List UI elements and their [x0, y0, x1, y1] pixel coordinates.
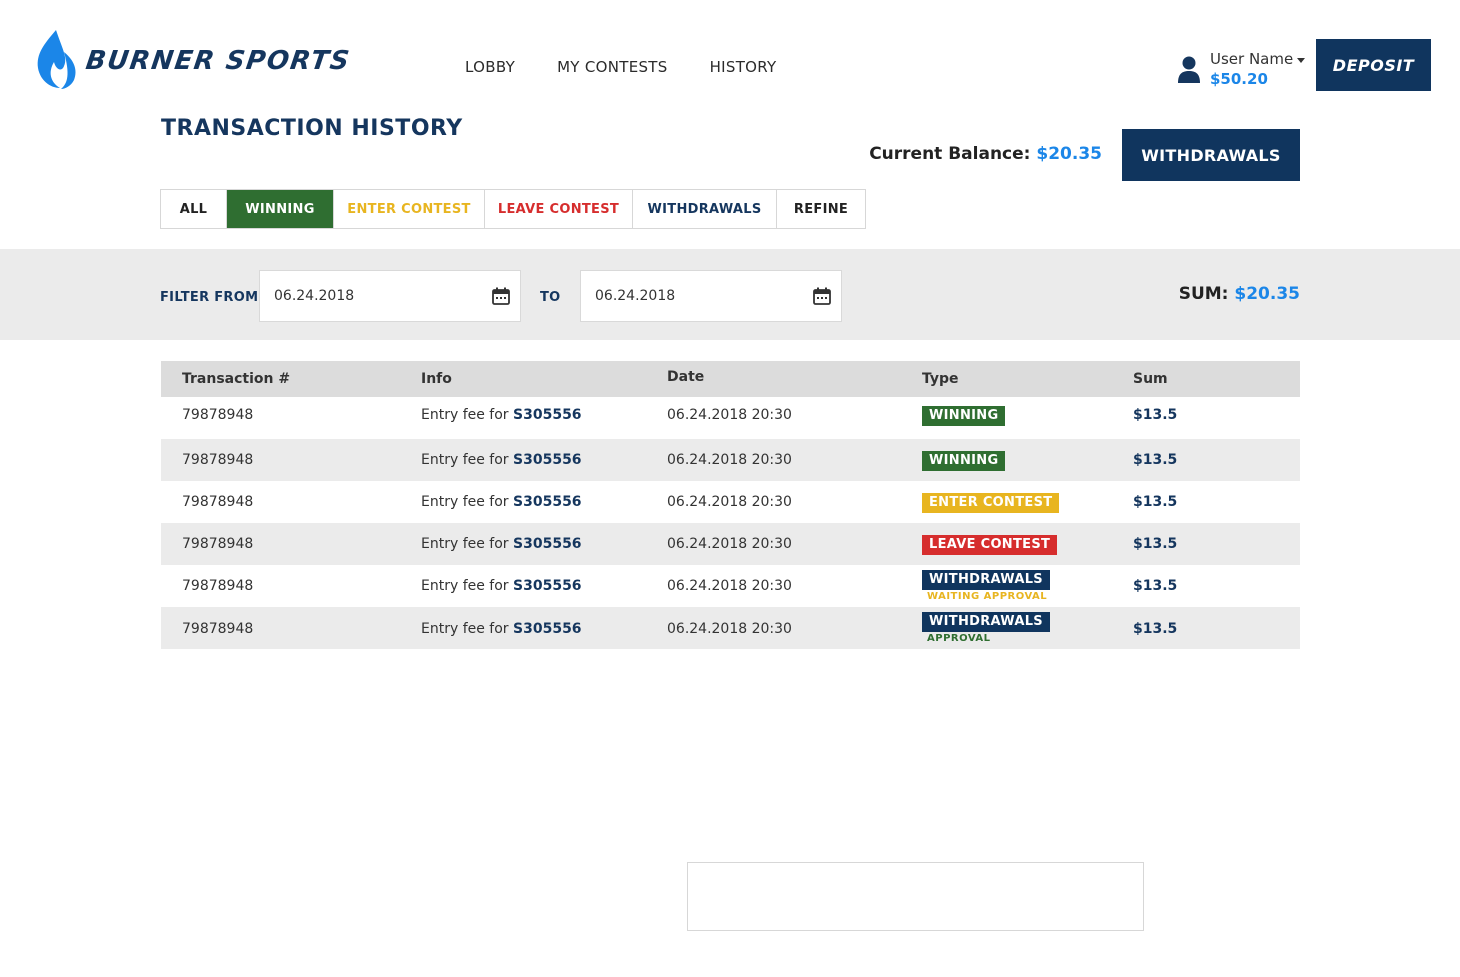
flame-icon [37, 30, 76, 89]
table-row[interactable]: 79878948 Entry fee for S305556 06.24.201… [161, 397, 1300, 439]
table-header: Transaction # Info Date Type Sum [161, 361, 1300, 397]
calendar-icon[interactable] [492, 287, 510, 305]
nav-history[interactable]: HISTORY [710, 58, 777, 76]
page-title: TRANSACTION HISTORY [161, 116, 463, 141]
tab-leave-contest[interactable]: LEAVE CONTEST [485, 190, 633, 228]
transaction-date: 06.24.2018 20:30 [667, 452, 792, 468]
transaction-date: 06.24.2018 20:30 [667, 621, 792, 637]
transaction-id: 79878948 [182, 621, 254, 637]
column-header-transaction: Transaction # [182, 371, 291, 387]
contest-link[interactable]: S305556 [513, 494, 582, 510]
tab-enter-contest[interactable]: ENTER CONTEST [334, 190, 485, 228]
type-badge: LEAVE CONTEST [922, 535, 1058, 555]
date-to-input[interactable] [595, 288, 795, 304]
transaction-id: 79878948 [182, 536, 254, 552]
info-prefix: Entry fee for [421, 407, 509, 423]
main-nav: LOBBY MY CONTESTS HISTORY [465, 58, 819, 76]
transaction-sum: $13.5 [1133, 407, 1178, 423]
transaction-sum: $13.5 [1133, 452, 1178, 468]
transaction-info: Entry fee for S305556 [421, 452, 582, 468]
transaction-date: 06.24.2018 20:30 [667, 536, 792, 552]
contest-link[interactable]: S305556 [513, 536, 582, 552]
tab-withdrawals[interactable]: WITHDRAWALS [633, 190, 777, 228]
table-row[interactable]: 79878948 Entry fee for S305556 06.24.201… [161, 439, 1300, 481]
brand-name: BURNER SPORTS [83, 46, 353, 76]
nav-lobby[interactable]: LOBBY [465, 58, 515, 76]
tab-refine[interactable]: REFINE [777, 190, 865, 228]
transaction-date: 06.24.2018 20:30 [667, 578, 792, 594]
info-prefix: Entry fee for [421, 494, 509, 510]
type-badge: WITHDRAWALS [922, 612, 1050, 632]
type-tabs: ALL WINNING ENTER CONTEST LEAVE CONTEST … [160, 189, 866, 229]
date-to-field[interactable] [580, 270, 842, 322]
transaction-info: Entry fee for S305556 [421, 621, 582, 637]
transaction-info: Entry fee for S305556 [421, 407, 582, 423]
transaction-info: Entry fee for S305556 [421, 536, 582, 552]
transaction-sum: $13.5 [1133, 494, 1178, 510]
current-balance-value: $20.35 [1036, 144, 1102, 164]
filter-sum: SUM: $20.35 [1179, 284, 1300, 304]
date-from-input[interactable] [274, 288, 474, 304]
filter-to-label: TO [540, 290, 561, 305]
calendar-icon[interactable] [813, 287, 831, 305]
column-header-info: Info [421, 371, 452, 387]
type-badge: WITHDRAWALS [922, 570, 1050, 590]
empty-panel [687, 862, 1144, 931]
contest-link[interactable]: S305556 [513, 578, 582, 594]
type-badge: WINNING [922, 406, 1006, 426]
table-row[interactable]: 79878948 Entry fee for S305556 06.24.201… [161, 523, 1300, 565]
transaction-id: 79878948 [182, 578, 254, 594]
transaction-id: 79878948 [182, 494, 254, 510]
transaction-info: Entry fee for S305556 [421, 578, 582, 594]
date-from-field[interactable] [259, 270, 521, 322]
nav-my-contests[interactable]: MY CONTESTS [557, 58, 668, 76]
type-badge: ENTER CONTEST [922, 493, 1060, 513]
column-header-sum: Sum [1133, 371, 1168, 387]
contest-link[interactable]: S305556 [513, 621, 582, 637]
contest-link[interactable]: S305556 [513, 407, 582, 423]
current-balance-label: Current Balance: [869, 144, 1031, 164]
tab-winning[interactable]: WINNING [227, 190, 334, 228]
sum-value: $20.35 [1234, 284, 1300, 304]
withdrawals-button[interactable]: WITHDRAWALS [1122, 129, 1300, 181]
transactions-table: Transaction # Info Date Type Sum 7987894… [161, 361, 1300, 649]
brand-logo[interactable]: BURNER SPORTS [34, 28, 353, 90]
current-balance: Current Balance: $20.35 [869, 144, 1102, 164]
info-prefix: Entry fee for [421, 578, 509, 594]
table-row[interactable]: 79878948 Entry fee for S305556 06.24.201… [161, 565, 1300, 607]
sum-label: SUM: [1178, 284, 1229, 304]
transaction-sum: $13.5 [1133, 536, 1178, 552]
type-badge: WINNING [922, 451, 1006, 471]
column-header-type: Type [922, 371, 959, 387]
contest-link[interactable]: S305556 [513, 452, 582, 468]
tab-all[interactable]: ALL [161, 190, 227, 228]
transaction-sum: $13.5 [1133, 578, 1178, 594]
caret-down-icon [1297, 57, 1306, 63]
transaction-date: 06.24.2018 20:30 [667, 494, 792, 510]
transaction-date: 06.24.2018 20:30 [667, 407, 792, 423]
user-name-row[interactable]: User Name [1210, 50, 1306, 68]
transaction-id: 79878948 [182, 407, 254, 423]
table-row[interactable]: 79878948 Entry fee for S305556 06.24.201… [161, 481, 1300, 523]
user-balance: $50.20 [1210, 70, 1268, 88]
column-header-date: Date [667, 369, 705, 385]
status-label: WAITING APPROVAL [927, 591, 1048, 602]
status-label: APPROVAL [927, 633, 991, 644]
info-prefix: Entry fee for [421, 621, 509, 637]
filter-from-label: FILTER FROM [160, 290, 259, 305]
user-menu[interactable]: User Name $50.20 [1178, 50, 1306, 88]
info-prefix: Entry fee for [421, 452, 509, 468]
transaction-sum: $13.5 [1133, 621, 1178, 637]
table-row[interactable]: 79878948 Entry fee for S305556 06.24.201… [161, 607, 1300, 649]
info-prefix: Entry fee for [421, 536, 509, 552]
deposit-button[interactable]: DEPOSIT [1316, 39, 1431, 91]
transaction-info: Entry fee for S305556 [421, 494, 582, 510]
transaction-id: 79878948 [182, 452, 254, 468]
user-name: User Name [1210, 50, 1294, 68]
user-icon [1178, 56, 1200, 83]
